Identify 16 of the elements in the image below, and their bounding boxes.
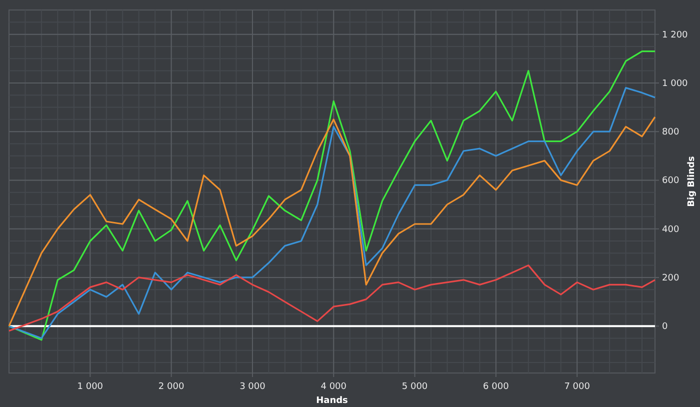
tick-label: 7 000 xyxy=(564,382,590,392)
tick-label: 6 000 xyxy=(483,382,509,392)
tick-label: 400 xyxy=(662,224,680,235)
tick-label: 2 000 xyxy=(158,382,184,392)
axis-title: Big Blinds xyxy=(687,156,697,207)
axis-title: Hands xyxy=(316,396,348,406)
tick-label: 5 000 xyxy=(402,382,428,392)
tick-label: 600 xyxy=(662,176,680,186)
tick-label: 1 200 xyxy=(662,30,688,40)
tick-label: 1 000 xyxy=(662,78,688,89)
tick-label: 1 000 xyxy=(77,382,104,392)
tick-label: 3 000 xyxy=(240,382,266,392)
tick-label: 0 xyxy=(662,322,668,332)
tick-label: 800 xyxy=(662,128,680,138)
tick-label: 200 xyxy=(662,273,680,284)
tick-label: 4 000 xyxy=(320,382,346,392)
